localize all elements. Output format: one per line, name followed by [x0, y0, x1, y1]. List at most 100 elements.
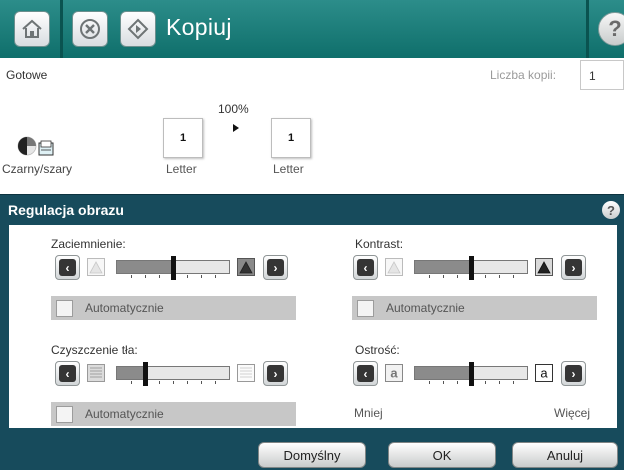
top-bar: Kopiuj ?: [0, 0, 624, 58]
arrow-right-icon: [233, 124, 239, 132]
clean-background-icon: [237, 364, 255, 382]
slider-tick: [457, 381, 458, 384]
image-adjustment-dialog: Regulacja obrazu ? Zaciemnienie: ‹ › Aut…: [0, 194, 624, 470]
dark-image-icon: [237, 258, 255, 276]
zoom-level: 100%: [218, 102, 249, 116]
slider-tick: [159, 275, 160, 278]
slider-tick: [513, 381, 514, 384]
output-paper-preview[interactable]: 1: [271, 118, 311, 158]
slider-tick: [513, 275, 514, 278]
source-paper-label: Letter: [166, 162, 197, 176]
darkness-label: Zaciemnienie:: [51, 237, 126, 251]
contrast-label: Kontrast:: [355, 237, 404, 251]
help-icon: ?: [608, 16, 622, 41]
stop-button[interactable]: [72, 11, 108, 47]
background-cleanup-slider-handle[interactable]: [143, 362, 148, 386]
slider-fill: [415, 261, 471, 273]
sharpness-increase-button[interactable]: ›: [561, 361, 586, 386]
source-paper-preview[interactable]: 1: [163, 118, 203, 158]
background-cleanup-auto-option[interactable]: Automatycznie: [51, 402, 296, 426]
darkness-auto-option[interactable]: Automatycznie: [51, 296, 296, 320]
status-text: Gotowe: [6, 68, 48, 82]
contrast-slider[interactable]: [414, 256, 528, 280]
slider-tick: [429, 275, 430, 278]
slider-tick: [499, 275, 500, 278]
slider-fill: [117, 367, 145, 379]
chevron-left-icon: ‹: [59, 259, 76, 276]
chevron-left-icon: ‹: [59, 365, 76, 382]
background-cleanup-auto-checkbox[interactable]: [56, 405, 73, 423]
contrast-slider-handle[interactable]: [469, 256, 474, 280]
copies-label: Liczba kopii:: [490, 68, 557, 82]
contrast-auto-label: Automatycznie: [386, 301, 465, 315]
sharpness-label: Ostrość:: [355, 343, 400, 357]
color-mode-label: Czarny/szary: [2, 162, 73, 176]
dialog-title: Regulacja obrazu: [8, 202, 124, 218]
low-contrast-icon: [385, 258, 403, 276]
start-button[interactable]: [120, 11, 156, 47]
slider-tick: [429, 381, 430, 384]
slider-tick: [187, 381, 188, 384]
slider-tick: [443, 381, 444, 384]
slider-tick: [145, 275, 146, 278]
contrast-auto-checkbox[interactable]: [357, 299, 374, 317]
default-button[interactable]: Domyślny: [258, 442, 366, 468]
ok-button[interactable]: OK: [388, 442, 496, 468]
sharpness-slider[interactable]: [414, 362, 528, 386]
output-paper-label: Letter: [273, 162, 304, 176]
sharpness-min-label: Mniej: [354, 406, 383, 420]
background-cleanup-auto-label: Automatycznie: [85, 407, 164, 421]
home-icon: [22, 19, 42, 38]
high-contrast-icon: [535, 258, 553, 276]
no-cleanup-icon: [87, 364, 105, 382]
darkness-increase-button[interactable]: ›: [263, 255, 288, 280]
background-cleanup-slider[interactable]: [116, 362, 230, 386]
chevron-left-icon: ‹: [357, 365, 374, 382]
chevron-left-icon: ‹: [357, 259, 374, 276]
slider-tick: [159, 381, 160, 384]
chevron-right-icon: ›: [267, 259, 284, 276]
dialog-help-icon[interactable]: ?: [602, 201, 620, 219]
light-image-icon: [87, 258, 105, 276]
darkness-auto-checkbox[interactable]: [56, 299, 73, 317]
sharpness-decrease-button[interactable]: ‹: [353, 361, 378, 386]
slider-tick: [443, 275, 444, 278]
chevron-right-icon: ›: [565, 259, 582, 276]
slider-fill: [117, 261, 173, 273]
help-button[interactable]: ?: [598, 12, 624, 46]
header-separator: [586, 0, 589, 58]
contrast-decrease-button[interactable]: ‹: [353, 255, 378, 280]
slider-tick: [215, 275, 216, 278]
soft-text-glyph: a: [390, 366, 398, 381]
slider-tick: [499, 381, 500, 384]
darkness-slider[interactable]: [116, 256, 230, 280]
sharpness-slider-handle[interactable]: [469, 362, 474, 386]
slider-tick: [485, 381, 486, 384]
header-separator: [60, 0, 63, 58]
slider-tick: [131, 381, 132, 384]
contrast-increase-button[interactable]: ›: [561, 255, 586, 280]
color-mode-icon[interactable]: [17, 133, 57, 159]
slider-tick: [201, 381, 202, 384]
slider-tick: [131, 275, 132, 278]
chevron-right-icon: ›: [267, 365, 284, 382]
slider-tick: [485, 275, 486, 278]
dialog-body: Zaciemnienie: ‹ › Automatycznie Kontrast…: [9, 225, 617, 428]
slider-fill: [415, 367, 471, 379]
darkness-slider-handle[interactable]: [171, 256, 176, 280]
sharpness-max-label: Więcej: [554, 406, 591, 420]
background-cleanup-increase-button[interactable]: ›: [263, 361, 288, 386]
darkness-decrease-button[interactable]: ‹: [55, 255, 80, 280]
contrast-auto-option[interactable]: Automatycznie: [352, 296, 597, 320]
slider-tick: [201, 275, 202, 278]
background-cleanup-decrease-button[interactable]: ‹: [55, 361, 80, 386]
start-icon: [127, 18, 149, 40]
app-title: Kopiuj: [166, 14, 232, 40]
slider-tick: [187, 275, 188, 278]
cancel-button[interactable]: Anuluj: [512, 442, 618, 468]
slider-ticks: [117, 381, 229, 385]
background-cleanup-label: Czyszczenie tła:: [51, 343, 138, 357]
copies-input[interactable]: 1: [580, 60, 624, 90]
chevron-right-icon: ›: [565, 365, 582, 382]
home-button[interactable]: [14, 11, 50, 47]
